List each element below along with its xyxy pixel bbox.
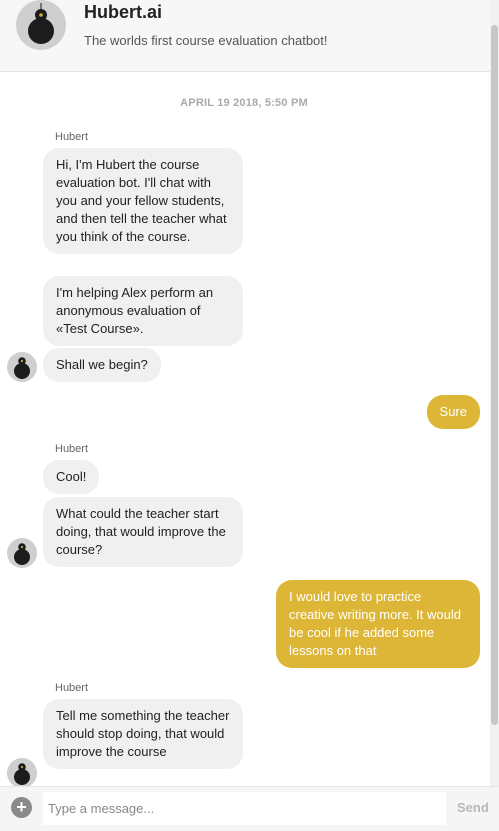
robot-icon bbox=[14, 543, 30, 565]
bot-message: Tell me something the teacher should sto… bbox=[43, 699, 243, 769]
send-button[interactable]: Send bbox=[457, 800, 489, 815]
scrollbar-thumb[interactable] bbox=[491, 25, 498, 725]
app-subtitle: The worlds first course evaluation chatb… bbox=[84, 33, 328, 48]
chat-header: Hubert.ai The worlds first course evalua… bbox=[0, 0, 499, 72]
bot-avatar bbox=[16, 0, 66, 50]
robot-icon bbox=[14, 763, 30, 785]
sender-name: Hubert bbox=[55, 443, 89, 455]
bot-message: Cool! bbox=[43, 460, 100, 494]
message-composer: + Send bbox=[0, 786, 499, 831]
bot-message: Hi, I'm Hubert the course evaluation bot… bbox=[43, 148, 243, 254]
bot-message: What could the teacher start doing, that… bbox=[43, 497, 243, 567]
bot-message: Shall we begin? bbox=[43, 348, 161, 382]
scrollbar[interactable] bbox=[490, 0, 499, 790]
sender-name: Hubert bbox=[55, 682, 89, 694]
date-stamp: APRIL 19 2018, 5:50 PM bbox=[180, 97, 308, 109]
app-title: Hubert.ai bbox=[84, 2, 163, 22]
robot-icon bbox=[28, 3, 54, 44]
user-message: I would love to practice creative writin… bbox=[276, 580, 480, 668]
user-message: Sure bbox=[426, 395, 480, 429]
bot-message: I'm helping Alex perform an anonymous ev… bbox=[43, 276, 243, 346]
robot-icon bbox=[14, 357, 30, 379]
bot-avatar bbox=[7, 538, 37, 568]
bot-avatar bbox=[7, 352, 37, 382]
plus-icon[interactable]: + bbox=[11, 797, 32, 818]
message-input[interactable] bbox=[43, 792, 446, 825]
chat-window: Hubert.ai The worlds first course evalua… bbox=[0, 0, 499, 831]
bot-avatar bbox=[7, 758, 37, 788]
sender-name: Hubert bbox=[55, 131, 89, 143]
